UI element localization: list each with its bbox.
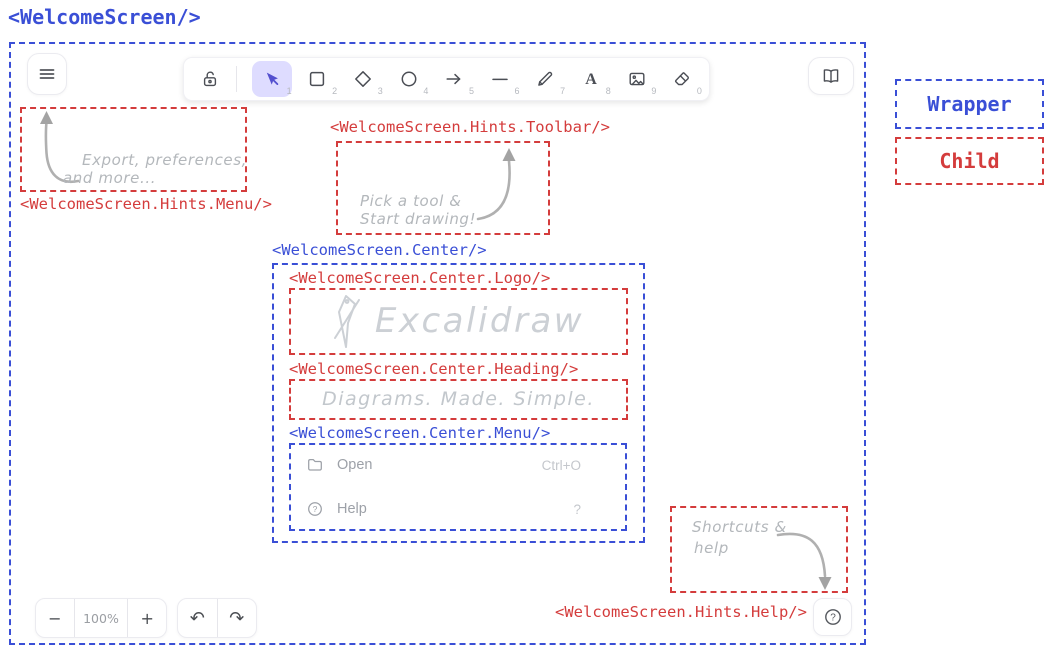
hints-help-box: Shortcuts & help bbox=[670, 506, 848, 593]
tool-selection[interactable]: 1 bbox=[249, 60, 295, 98]
tool-eraser[interactable]: 0 bbox=[659, 60, 705, 98]
legend-wrapper-label: Wrapper bbox=[927, 92, 1011, 116]
excalidraw-dagger-icon bbox=[333, 293, 363, 351]
minus-icon: − bbox=[48, 609, 61, 628]
tool-diamond[interactable]: 3 bbox=[340, 60, 386, 98]
center-logo-box: Excalidraw bbox=[289, 288, 628, 355]
zoom-controls: − 100% + bbox=[35, 598, 167, 638]
plus-icon: + bbox=[140, 609, 153, 628]
tool-shortcut: 2 bbox=[332, 86, 337, 96]
hints-help-label: <WelcomeScreen.Hints.Help/> bbox=[555, 604, 807, 622]
tool-text[interactable]: A 8 bbox=[568, 60, 614, 98]
hints-menu-box: Export, preferences, and more... bbox=[20, 107, 247, 192]
tool-arrow[interactable]: 5 bbox=[431, 60, 477, 98]
tool-shortcut: 6 bbox=[515, 86, 520, 96]
center-heading-text: Diagrams. Made. Simple. bbox=[322, 388, 595, 412]
tool-shortcut: 7 bbox=[560, 86, 565, 96]
center-heading-label: <WelcomeScreen.Center.Heading/> bbox=[289, 361, 578, 379]
hint-help-text-line1: Shortcuts & bbox=[692, 518, 787, 537]
legend-child-label: Child bbox=[939, 149, 999, 173]
svg-text:?: ? bbox=[830, 613, 836, 624]
hint-toolbar-text-line1: Pick a tool & bbox=[360, 192, 462, 211]
center-menu-label: <WelcomeScreen.Center.Menu/> bbox=[289, 425, 550, 443]
menu-item-shortcut: Ctrl+O bbox=[542, 458, 581, 473]
letter-a-icon: A bbox=[581, 69, 601, 89]
hints-toolbar-box: Pick a tool & Start drawing! bbox=[336, 141, 550, 235]
hint-menu-text-line2: and more... bbox=[63, 169, 156, 188]
legend-wrapper-box: Wrapper bbox=[895, 79, 1044, 129]
pencil-icon bbox=[535, 69, 555, 89]
diamond-icon bbox=[353, 69, 373, 89]
history-controls: ↶ ↷ bbox=[177, 598, 257, 638]
zoom-in-button[interactable]: + bbox=[128, 599, 166, 637]
menu-item-label: Help bbox=[337, 501, 367, 517]
library-button[interactable] bbox=[808, 57, 854, 95]
hints-toolbar-label: <WelcomeScreen.Hints.Toolbar/> bbox=[330, 119, 610, 137]
undo-button[interactable]: ↶ bbox=[178, 599, 217, 637]
center-heading-box: Diagrams. Made. Simple. bbox=[289, 379, 628, 420]
tool-ellipse[interactable]: 4 bbox=[386, 60, 432, 98]
toolbar-divider bbox=[236, 66, 237, 92]
tool-rectangle[interactable]: 2 bbox=[295, 60, 341, 98]
cursor-arrow-icon bbox=[262, 69, 282, 89]
svg-text:?: ? bbox=[313, 504, 318, 514]
center-menu-item-help[interactable]: ? Help ? bbox=[306, 498, 581, 520]
tool-shortcut: 3 bbox=[378, 86, 383, 96]
redo-icon: ↷ bbox=[229, 608, 244, 629]
logo-wordmark: Excalidraw bbox=[375, 300, 584, 343]
tool-shortcut: 4 bbox=[423, 86, 428, 96]
eraser-icon bbox=[672, 69, 692, 89]
center-logo-label: <WelcomeScreen.Center.Logo/> bbox=[289, 270, 550, 288]
undo-icon: ↶ bbox=[190, 608, 205, 629]
right-arrow-icon bbox=[444, 69, 464, 89]
hints-menu-label: <WelcomeScreen.Hints.Menu/> bbox=[20, 196, 272, 214]
tool-draw[interactable]: 7 bbox=[523, 60, 569, 98]
zoom-level-reset-button[interactable]: 100% bbox=[75, 599, 128, 637]
hint-menu-text-line1: Export, preferences, bbox=[82, 151, 247, 170]
zoom-out-button[interactable]: − bbox=[36, 599, 74, 637]
picture-icon bbox=[627, 69, 647, 89]
hamburger-menu-icon bbox=[38, 65, 56, 83]
main-menu-button[interactable] bbox=[27, 53, 67, 95]
tool-image[interactable]: 9 bbox=[614, 60, 660, 98]
root-component-label: <WelcomeScreen/> bbox=[8, 6, 201, 29]
tool-line[interactable]: 6 bbox=[477, 60, 523, 98]
curved-arrow-up-icon bbox=[470, 145, 530, 231]
curved-arrow-down-icon bbox=[774, 524, 842, 594]
tool-shortcut: 9 bbox=[651, 86, 656, 96]
help-button[interactable]: ? bbox=[813, 598, 852, 636]
redo-button[interactable]: ↷ bbox=[218, 599, 257, 637]
unlocked-padlock-icon bbox=[200, 69, 220, 89]
folder-icon bbox=[306, 456, 324, 474]
tool-shortcut: 0 bbox=[697, 86, 702, 96]
square-icon bbox=[307, 69, 327, 89]
lock-tool-button[interactable] bbox=[196, 60, 224, 98]
hint-toolbar-text-line2: Start drawing! bbox=[360, 210, 476, 229]
svg-text:A: A bbox=[585, 71, 597, 88]
center-label: <WelcomeScreen.Center/> bbox=[272, 242, 487, 260]
tool-shortcut: 1 bbox=[287, 86, 292, 96]
legend-child-box: Child bbox=[895, 137, 1044, 185]
question-circle-icon: ? bbox=[823, 607, 843, 627]
tool-toolbar: 1 2 3 4 5 6 bbox=[183, 57, 710, 101]
center-menu-item-open[interactable]: Open Ctrl+O bbox=[306, 454, 581, 476]
horizontal-line-icon bbox=[490, 69, 510, 89]
tool-shortcut: 8 bbox=[606, 86, 611, 96]
menu-item-shortcut: ? bbox=[573, 502, 581, 517]
circle-icon bbox=[399, 69, 419, 89]
zoom-level-value: 100% bbox=[83, 611, 119, 626]
hint-help-text-line2: help bbox=[694, 539, 729, 558]
open-book-icon bbox=[821, 66, 841, 86]
menu-item-label: Open bbox=[337, 457, 372, 473]
tool-shortcut: 5 bbox=[469, 86, 474, 96]
center-menu-box: Open Ctrl+O ? Help ? bbox=[289, 443, 627, 531]
help-circle-icon: ? bbox=[306, 500, 324, 518]
